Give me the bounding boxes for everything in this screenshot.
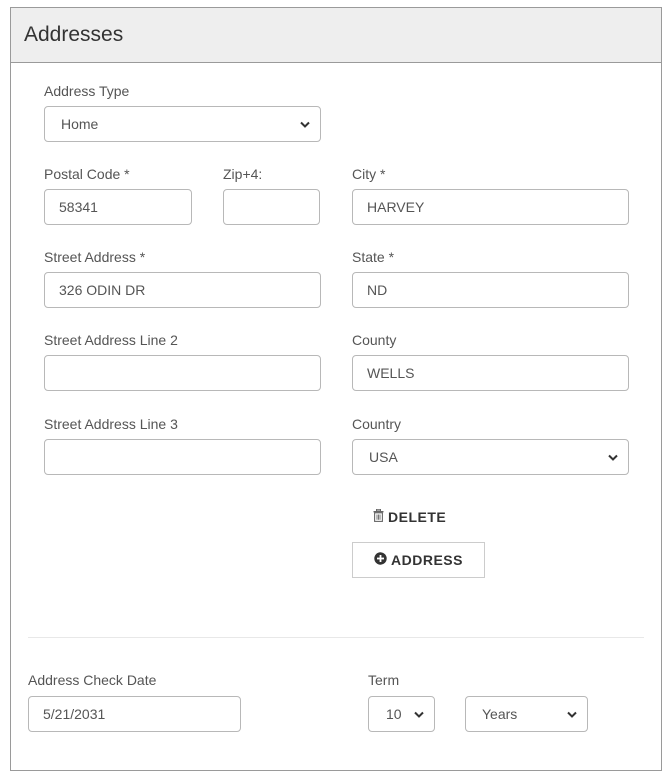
address-type-select[interactable]: Home xyxy=(44,106,321,142)
street-address-line2-input[interactable] xyxy=(44,355,321,391)
zip4-input[interactable] xyxy=(223,189,320,225)
chevron-down-icon xyxy=(300,119,310,129)
add-address-button[interactable]: ADDRESS xyxy=(352,542,485,578)
state-label: State * xyxy=(352,249,395,265)
county-label: County xyxy=(352,332,397,348)
term-unit-select[interactable]: Years xyxy=(465,696,588,732)
panel-header: Addresses xyxy=(11,8,661,63)
address-type-label: Address Type xyxy=(44,83,130,99)
term-unit-value: Years xyxy=(482,706,518,722)
address-type-value: Home xyxy=(61,116,99,132)
delete-label: DELETE xyxy=(388,509,447,525)
street-address-line3-label: Street Address Line 3 xyxy=(44,416,178,432)
postal-code-input[interactable] xyxy=(44,189,192,225)
county-input[interactable] xyxy=(352,355,629,391)
chevron-down-icon xyxy=(414,709,424,719)
section-divider xyxy=(28,637,644,638)
country-label: Country xyxy=(352,416,402,432)
city-label: City * xyxy=(352,166,386,182)
address-check-date-label: Address Check Date xyxy=(28,672,157,688)
chevron-down-icon xyxy=(608,452,618,462)
zip4-label: Zip+4: xyxy=(223,166,263,182)
panel-title: Addresses xyxy=(24,23,124,46)
street-address-line2-label: Street Address Line 2 xyxy=(44,332,178,348)
term-label: Term xyxy=(368,672,400,688)
country-select[interactable]: USA xyxy=(352,439,629,475)
city-input[interactable] xyxy=(352,189,629,225)
term-number-select[interactable]: 10 xyxy=(368,696,435,732)
trash-icon xyxy=(373,508,384,525)
street-address-input[interactable] xyxy=(44,272,321,308)
street-address-line3-input[interactable] xyxy=(44,439,321,475)
address-check-date-input[interactable] xyxy=(28,696,241,732)
addresses-panel: Addresses Address Type Home Postal Code … xyxy=(10,7,662,771)
state-input[interactable] xyxy=(352,272,629,308)
chevron-down-icon xyxy=(567,709,577,719)
term-number-value: 10 xyxy=(386,706,402,722)
country-value: USA xyxy=(369,449,398,465)
delete-address-button[interactable]: DELETE xyxy=(373,505,446,529)
postal-code-label: Postal Code * xyxy=(44,166,130,182)
street-address-label: Street Address * xyxy=(44,249,146,265)
plus-circle-icon xyxy=(374,552,387,568)
add-address-label: ADDRESS xyxy=(391,552,463,568)
